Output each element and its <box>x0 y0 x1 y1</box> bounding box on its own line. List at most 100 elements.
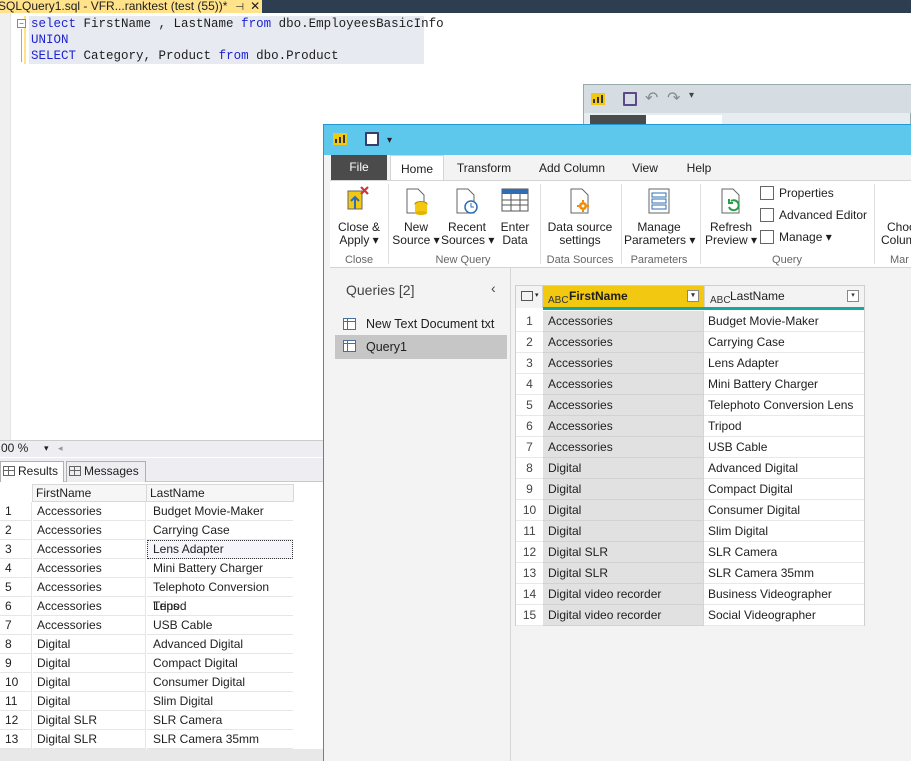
table-row[interactable]: 7 Accessories USB Cable <box>0 616 293 635</box>
cell-lastname[interactable]: Consumer Digital <box>704 500 864 521</box>
row-number[interactable]: 6 <box>516 416 543 437</box>
cell-firstname[interactable]: Digital <box>33 635 146 654</box>
cell-firstname[interactable]: Accessories <box>33 502 146 521</box>
row-number[interactable]: 11 <box>516 521 543 542</box>
row-number[interactable]: 7 <box>0 616 32 635</box>
table-row[interactable]: 11 Digital Slim Digital <box>516 521 864 542</box>
row-number[interactable]: 8 <box>0 635 32 654</box>
table-row[interactable]: 2 Accessories Carrying Case <box>516 332 864 353</box>
tab-home[interactable]: Home <box>390 155 444 181</box>
cell-firstname[interactable]: Accessories <box>543 437 704 458</box>
cell-firstname[interactable]: Accessories <box>543 311 704 332</box>
cell-lastname[interactable]: Compact Digital <box>147 654 293 673</box>
row-number[interactable]: 6 <box>0 597 32 616</box>
data-source-settings-button[interactable]: Data source settings <box>545 183 615 249</box>
table-row[interactable]: 3 Accessories Lens Adapter <box>516 353 864 374</box>
table-row[interactable]: 2 Accessories Carrying Case <box>0 521 293 540</box>
cell-lastname[interactable]: USB Cable <box>704 437 864 458</box>
cell-firstname[interactable]: Digital <box>543 479 704 500</box>
table-row[interactable]: 1 Accessories Budget Movie-Maker <box>0 502 293 521</box>
cell-firstname[interactable]: Accessories <box>33 540 146 559</box>
table-row[interactable]: 15 Digital video recorder Social Videograp… <box>516 605 864 626</box>
row-number[interactable]: 7 <box>516 437 543 458</box>
cell-lastname[interactable]: Advanced Digital <box>704 458 864 479</box>
cell-lastname[interactable]: Slim Digital <box>704 521 864 542</box>
table-row[interactable]: 8 Digital Advanced Digital <box>0 635 293 654</box>
row-number[interactable]: 14 <box>516 584 543 605</box>
table-row[interactable]: 11 Digital Slim Digital <box>0 692 293 711</box>
cell-lastname[interactable]: SLR Camera <box>147 711 293 730</box>
row-number[interactable]: 13 <box>516 563 543 584</box>
cell-lastname[interactable]: SLR Camera 35mm <box>704 563 864 584</box>
cell-firstname[interactable]: Digital SLR <box>33 730 146 749</box>
row-number[interactable]: 15 <box>516 605 543 626</box>
cell-lastname[interactable]: SLR Camera <box>704 542 864 563</box>
refresh-preview-button[interactable]: Refresh Preview ▾ <box>704 183 758 249</box>
table-row[interactable]: 5 Accessories Telephoto Conversion Lens <box>0 578 293 613</box>
document-tab-sqlquery1[interactable]: SQLQuery1.sql - VFR...ranktest (test (55… <box>0 0 262 13</box>
tab-messages[interactable]: Messages <box>66 461 146 482</box>
cell-lastname[interactable]: Lens Adapter <box>147 540 293 559</box>
collapse-pane-icon[interactable]: ‹ <box>491 280 496 296</box>
row-number[interactable]: 10 <box>0 673 32 692</box>
tab-help[interactable]: Help <box>680 155 718 181</box>
table-row[interactable]: 7 Accessories USB Cable <box>516 437 864 458</box>
tab-results[interactable]: Results <box>0 461 64 482</box>
row-number[interactable]: 12 <box>0 711 32 730</box>
close-icon[interactable]: ✕ <box>250 0 260 12</box>
collapse-outline-icon[interactable]: − <box>17 19 26 28</box>
cell-firstname[interactable]: Digital SLR <box>543 563 704 584</box>
cell-lastname[interactable]: Mini Battery Charger <box>704 374 864 395</box>
row-number[interactable]: 9 <box>0 654 32 673</box>
advanced-editor-button[interactable]: Advanced Editor <box>760 208 867 222</box>
table-row[interactable]: 3 Accessories Lens Adapter <box>0 540 293 559</box>
table-row[interactable]: 13 Digital SLR SLR Camera 35mm <box>516 563 864 584</box>
cell-firstname[interactable]: Digital <box>543 500 704 521</box>
table-row[interactable]: 12 Digital SLR SLR Camera <box>516 542 864 563</box>
cell-firstname[interactable]: Digital video recorder <box>543 584 704 605</box>
cell-lastname[interactable]: Lens Adapter <box>704 353 864 374</box>
row-number[interactable]: 11 <box>0 692 32 711</box>
manage-parameters-button[interactable]: Manage Parameters ▾ <box>624 183 695 249</box>
close-apply-button[interactable]: Close & Apply ▾ <box>335 183 383 249</box>
cell-lastname[interactable]: Telephoto Conversion Lens <box>704 395 864 416</box>
row-number[interactable]: 12 <box>516 542 543 563</box>
table-row[interactable]: 1 Accessories Budget Movie-Maker <box>516 311 864 332</box>
row-number[interactable]: 9 <box>516 479 543 500</box>
row-number[interactable]: 4 <box>0 559 32 578</box>
scroll-left-icon[interactable]: ◂ <box>58 441 63 455</box>
cell-firstname[interactable]: Accessories <box>33 616 146 635</box>
quick-access-dropdown-icon[interactable]: ▾ <box>689 90 694 101</box>
cell-firstname[interactable]: Accessories <box>33 521 146 540</box>
pin-icon[interactable]: ⊣ <box>235 2 244 13</box>
row-number[interactable]: 3 <box>516 353 543 374</box>
cell-firstname[interactable]: Digital <box>543 458 704 479</box>
cell-lastname[interactable]: SLR Camera 35mm <box>147 730 293 749</box>
table-row[interactable]: 13 Digital SLR SLR Camera 35mm <box>0 730 293 749</box>
cell-lastname[interactable]: Compact Digital <box>704 479 864 500</box>
cell-lastname[interactable]: Telephoto Conversion Lens <box>147 578 293 613</box>
quick-access-dropdown-icon[interactable]: ▾ <box>387 135 392 146</box>
row-number[interactable]: 2 <box>516 332 543 353</box>
pane-divider[interactable] <box>510 268 511 761</box>
table-row[interactable]: 9 Digital Compact Digital <box>0 654 293 673</box>
table-row[interactable]: 9 Digital Compact Digital <box>516 479 864 500</box>
filter-dropdown-icon[interactable]: ▾ <box>847 290 859 302</box>
cell-firstname[interactable]: Digital <box>33 673 146 692</box>
cell-firstname[interactable]: Accessories <box>33 578 146 597</box>
chevron-down-icon[interactable]: ▾ <box>44 441 49 455</box>
table-row[interactable]: 10 Digital Consumer Digital <box>516 500 864 521</box>
query-item-new-text-document[interactable]: New Text Document txt <box>335 313 507 335</box>
redo-icon[interactable]: ↷ <box>667 88 680 108</box>
table-row[interactable]: 8 Digital Advanced Digital <box>516 458 864 479</box>
cell-lastname[interactable]: Advanced Digital <box>147 635 293 654</box>
row-number[interactable]: 2 <box>0 521 32 540</box>
table-row[interactable]: 14 Digital video recorder Business Videogr… <box>516 584 864 605</box>
cell-firstname[interactable]: Digital <box>33 654 146 673</box>
cell-firstname[interactable]: Digital SLR <box>33 711 146 730</box>
manage-button[interactable]: Manage ▾ <box>760 230 832 244</box>
cell-lastname[interactable]: Social Videographer <box>704 605 864 626</box>
cell-firstname[interactable]: Digital <box>33 692 146 711</box>
cell-firstname[interactable]: Accessories <box>543 416 704 437</box>
table-row[interactable]: 5 Accessories Telephoto Conversion Lens <box>516 395 864 416</box>
